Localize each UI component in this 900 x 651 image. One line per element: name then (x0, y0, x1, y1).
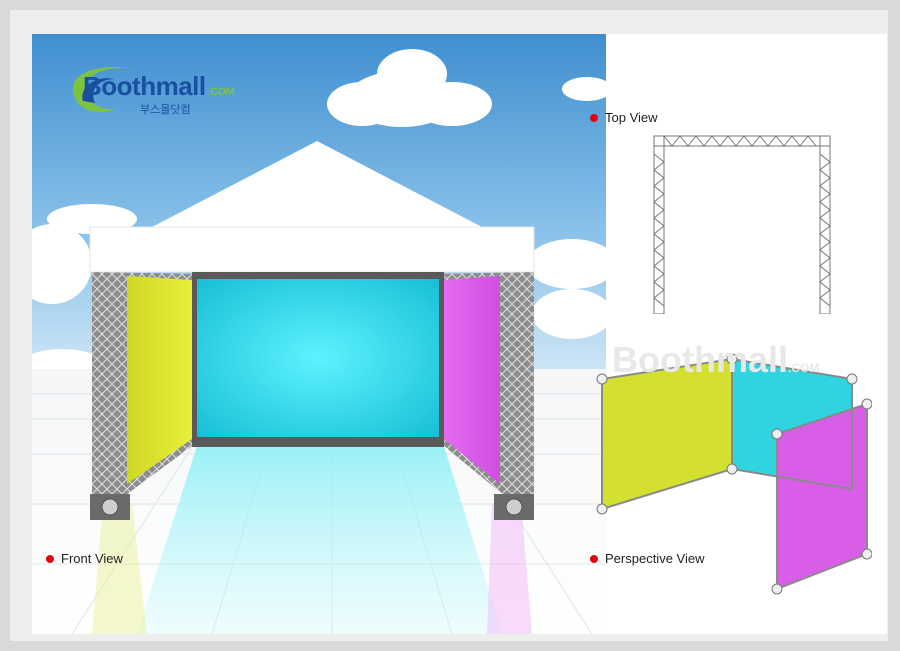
watermark: Boothmall.COM (612, 339, 820, 380)
booth-design-card: Boothmall .COM 부스몰닷컴 Top View Boothmall.… (32, 34, 887, 634)
tent-canopy (89, 226, 535, 273)
bullet-dot-icon (590, 554, 598, 563)
top-view-label: Top View (590, 110, 658, 125)
perspective-view-drawing: Boothmall.COM (582, 339, 873, 624)
logo-brand: Boothmall (83, 71, 206, 101)
truss-frame-top (653, 135, 831, 315)
boothmall-logo: Boothmall .COM 부스몰닷컴 (65, 61, 235, 126)
perspective-view-label: Perspective View (590, 551, 704, 566)
top-view-drawing (652, 134, 832, 319)
bullet-dot-icon (590, 113, 598, 122)
front-view-label: Front View (46, 551, 123, 566)
floor-reflection (137, 446, 502, 634)
outer-frame: Boothmall .COM 부스몰닷컴 Top View Boothmall.… (10, 10, 888, 641)
truss-frame-perspective (596, 353, 873, 595)
logo-domain: .COM (207, 86, 235, 98)
cyan-back-panel (197, 279, 439, 437)
logo-korean: 부스몰닷컴 (140, 104, 191, 116)
bullet-dot-icon (46, 554, 54, 563)
